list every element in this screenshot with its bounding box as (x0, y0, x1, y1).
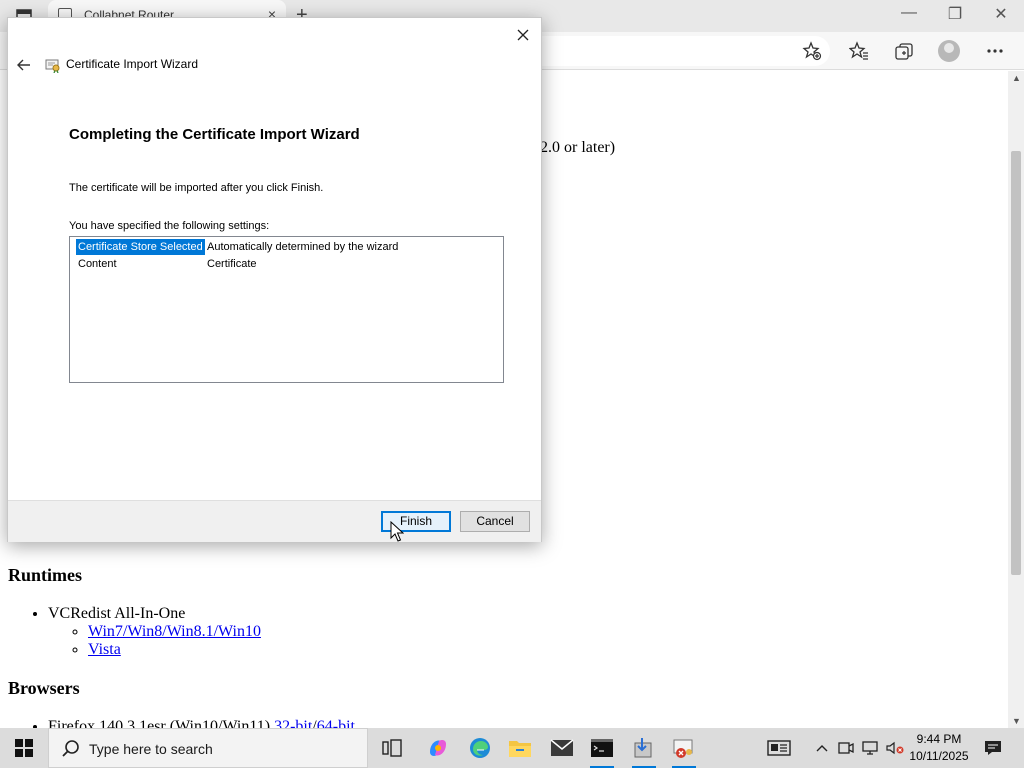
search-placeholder: Type here to search (89, 741, 213, 757)
cancel-button[interactable]: Cancel (460, 511, 530, 532)
clock-time: 9:44 PM (916, 732, 962, 746)
scroll-thumb[interactable] (1011, 151, 1021, 575)
link-32-bit[interactable]: 32-bit (274, 718, 312, 728)
dialog-footer: Finish Cancel (8, 500, 541, 542)
restore-button[interactable]: ❐ (932, 4, 978, 24)
clock-date: 10/11/2025 (909, 749, 969, 763)
mouse-cursor-icon (390, 520, 405, 543)
more-menu-icon[interactable] (984, 40, 1006, 62)
collections-icon[interactable] (893, 40, 915, 62)
dialog-title: Certificate Import Wizard (66, 57, 199, 71)
sub-list: Win7/Win8/Win8.1/Win10 Vista (88, 623, 261, 659)
section-heading-runtimes: Runtimes (8, 565, 83, 585)
sub-list-item: Vista (88, 641, 261, 659)
taskbar: Type here to search 9:44 PM 10/11/2025 (0, 728, 1024, 768)
setting-key: Certificate Store Selected (75, 238, 206, 256)
scroll-up-icon[interactable]: ▲ (1012, 73, 1021, 83)
volume-muted-icon[interactable] (884, 728, 906, 768)
profile-avatar[interactable] (938, 40, 960, 62)
setting-value: Automatically determined by the wizard (207, 241, 399, 253)
vertical-scrollbar[interactable]: ▲ ▼ (1008, 71, 1024, 728)
search-icon (62, 740, 79, 757)
scroll-down-icon[interactable]: ▼ (1012, 716, 1021, 726)
partial-text: 2.0 or later) (540, 139, 616, 156)
section-heading-browsers: Browsers (8, 678, 80, 698)
minimize-button[interactable]: — (886, 4, 932, 22)
system-clock[interactable]: 9:44 PM 10/11/2025 (906, 731, 972, 765)
close-icon[interactable] (511, 24, 535, 46)
news-widget-icon[interactable] (762, 728, 796, 768)
copilot-icon[interactable] (418, 728, 458, 768)
start-button[interactable] (0, 728, 48, 768)
network-icon[interactable] (860, 728, 882, 768)
chevron-up-icon[interactable] (812, 728, 832, 768)
link-win7-win10[interactable]: Win7/Win8/Win8.1/Win10 (88, 623, 261, 640)
list-item-label: Firefox 140.3.1esr (Win10/Win11) (48, 718, 271, 728)
command-prompt-icon[interactable] (582, 728, 622, 768)
back-arrow-icon[interactable] (14, 56, 34, 74)
certificate-icon (45, 57, 61, 74)
installer-icon[interactable] (624, 728, 664, 768)
runtimes-list: VCRedist All-In-One Win7/Win8/Win8.1/Win… (48, 605, 261, 659)
taskbar-search-box[interactable]: Type here to search (48, 728, 368, 768)
task-view-icon[interactable] (372, 728, 412, 768)
close-window-button[interactable]: ✕ (978, 4, 1024, 24)
list-item: Firefox 140.3.1esr (Win10/Win11) 32-bit/… (48, 718, 355, 728)
edge-browser-icon[interactable] (460, 728, 500, 768)
favorites-icon[interactable] (848, 40, 870, 62)
file-explorer-icon[interactable] (500, 728, 540, 768)
certificate-import-wizard-dialog: Certificate Import Wizard Completing the… (7, 17, 542, 542)
link-64-bit[interactable]: 64-bit (317, 718, 355, 728)
wizard-message: The certificate will be imported after y… (69, 182, 324, 194)
setting-value: Certificate (207, 258, 257, 270)
add-favorite-icon[interactable] (801, 40, 823, 62)
certificate-manager-icon[interactable] (664, 728, 704, 768)
browsers-list: Firefox 140.3.1esr (Win10/Win11) 32-bit/… (48, 718, 355, 728)
settings-label: You have specified the following setting… (69, 220, 270, 232)
windows-logo-icon (15, 739, 33, 757)
settings-list[interactable]: Certificate Store Selected Automatically… (69, 236, 504, 383)
mail-icon[interactable] (542, 728, 582, 768)
link-vista[interactable]: Vista (88, 641, 121, 658)
notifications-icon[interactable] (980, 728, 1006, 768)
setting-key: Content (78, 258, 117, 270)
list-item: VCRedist All-In-One Win7/Win8/Win8.1/Win… (48, 605, 261, 659)
wizard-heading: Completing the Certificate Import Wizard (69, 126, 360, 143)
meet-now-icon[interactable] (836, 728, 856, 768)
sub-list-item: Win7/Win8/Win8.1/Win10 (88, 623, 261, 641)
list-item-label: VCRedist All-In-One (48, 605, 186, 622)
